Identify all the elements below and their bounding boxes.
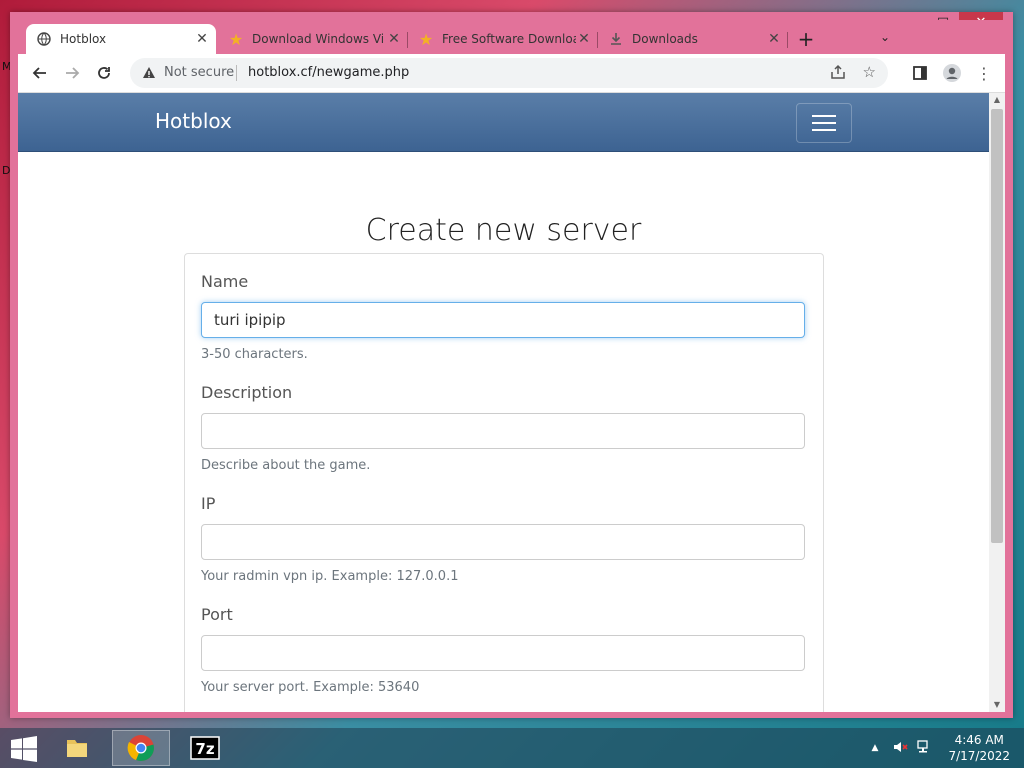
tab-title: Downloads [632, 32, 698, 46]
ip-label: IP [201, 494, 216, 513]
page-viewport: Hotblox Create new server Name 3-50 char… [18, 93, 1005, 712]
browser-window: — □ ✕ Hotblox ✕ ★ Download Windows Vi ✕ … [10, 12, 1013, 718]
side-panel-icon[interactable] [910, 63, 930, 83]
scroll-up-arrow-icon[interactable]: ▲ [989, 93, 1005, 107]
port-label: Port [201, 605, 233, 624]
volume-muted-icon[interactable] [892, 739, 909, 758]
bookmark-star-icon[interactable]: ☆ [863, 63, 876, 81]
tab-free-software[interactable]: ★ Free Software Downloa ✕ [408, 24, 598, 54]
browser-toolbar: Not secure hotblox.cf/newgame.php ☆ ⋮ [18, 54, 1005, 93]
brand-logo[interactable]: Hotblox [155, 109, 232, 133]
tab-title: Free Software Downloa [442, 32, 576, 46]
tray-expand-icon[interactable]: ▲ [872, 743, 879, 753]
svg-text:7z: 7z [195, 740, 214, 758]
tab-title: Hotblox [60, 32, 107, 46]
system-tray: ▲ 4:46 AM 7/17/2022 [872, 728, 1024, 768]
port-help: Your server port. Example: 53640 [201, 680, 420, 695]
tab-downloads[interactable]: Downloads ✕ [598, 24, 788, 54]
scroll-down-arrow-icon[interactable]: ▼ [989, 698, 1005, 712]
tab-close-icon[interactable]: ✕ [386, 31, 402, 47]
hamburger-bar [812, 122, 836, 124]
chevron-down-icon[interactable]: ⌄ [880, 30, 890, 44]
description-input[interactable] [201, 413, 805, 449]
description-label: Description [201, 383, 293, 402]
kebab-menu-icon[interactable]: ⋮ [974, 63, 994, 83]
tab-strip: Hotblox ✕ ★ Download Windows Vi ✕ ★ Free… [18, 20, 1005, 54]
network-icon[interactable] [916, 739, 932, 758]
clock-date: 7/17/2022 [948, 749, 1010, 763]
create-server-form: Name 3-50 characters. Description Descri… [184, 253, 824, 712]
taskbar: 7z ▲ 4:46 AM 7/17/2022 [0, 728, 1024, 768]
tab-hotblox[interactable]: Hotblox ✕ [26, 24, 216, 54]
omnibox-divider [236, 65, 237, 81]
security-status[interactable]: Not secure [164, 65, 234, 80]
tab-close-icon[interactable]: ✕ [194, 31, 210, 47]
reload-icon[interactable] [94, 63, 114, 83]
browser-chrome: Hotblox ✕ ★ Download Windows Vi ✕ ★ Free… [18, 20, 1005, 712]
windows-start-icon[interactable] [10, 736, 38, 762]
scroll-thumb[interactable] [991, 109, 1003, 543]
tab-title: Download Windows Vi [252, 32, 385, 46]
name-help: 3-50 characters. [201, 347, 308, 362]
name-label: Name [201, 272, 249, 291]
file-explorer-icon[interactable] [48, 730, 106, 766]
star-favicon-icon: ★ [228, 29, 244, 49]
ip-help: Your radmin vpn ip. Example: 127.0.0.1 [201, 569, 459, 584]
forward-icon[interactable] [62, 63, 82, 83]
tab-divider [787, 32, 788, 48]
address-bar[interactable]: Not secure hotblox.cf/newgame.php ☆ [130, 58, 888, 88]
chrome-icon[interactable] [112, 730, 170, 766]
hamburger-bar [812, 129, 836, 131]
download-icon [608, 31, 624, 47]
hamburger-bar [812, 115, 836, 117]
url-text[interactable]: hotblox.cf/newgame.php [248, 65, 409, 80]
share-icon[interactable] [830, 64, 846, 84]
tab-close-icon[interactable]: ✕ [766, 31, 782, 47]
warning-icon[interactable] [142, 65, 156, 84]
profile-avatar-icon[interactable] [942, 63, 962, 83]
hamburger-menu-button[interactable] [796, 103, 852, 143]
star-favicon-icon: ★ [418, 29, 434, 49]
page-title: Create new server [365, 213, 642, 248]
name-input[interactable] [201, 302, 805, 338]
new-tab-button[interactable]: + [794, 28, 818, 52]
description-help: Describe about the game. [201, 458, 371, 473]
page-scrollbar[interactable]: ▲ ▼ [989, 93, 1005, 712]
back-icon[interactable] [30, 63, 50, 83]
system-clock[interactable]: 4:46 AM 7/17/2022 [948, 732, 1010, 764]
clock-time: 4:46 AM [954, 733, 1004, 747]
tab-download-windows[interactable]: ★ Download Windows Vi ✕ [218, 24, 408, 54]
tab-close-icon[interactable]: ✕ [576, 31, 592, 47]
globe-icon [36, 31, 52, 47]
site-navbar: Hotblox [18, 93, 989, 152]
7zip-icon[interactable]: 7z [176, 730, 234, 766]
ip-input[interactable] [201, 524, 805, 560]
port-input[interactable] [201, 635, 805, 671]
